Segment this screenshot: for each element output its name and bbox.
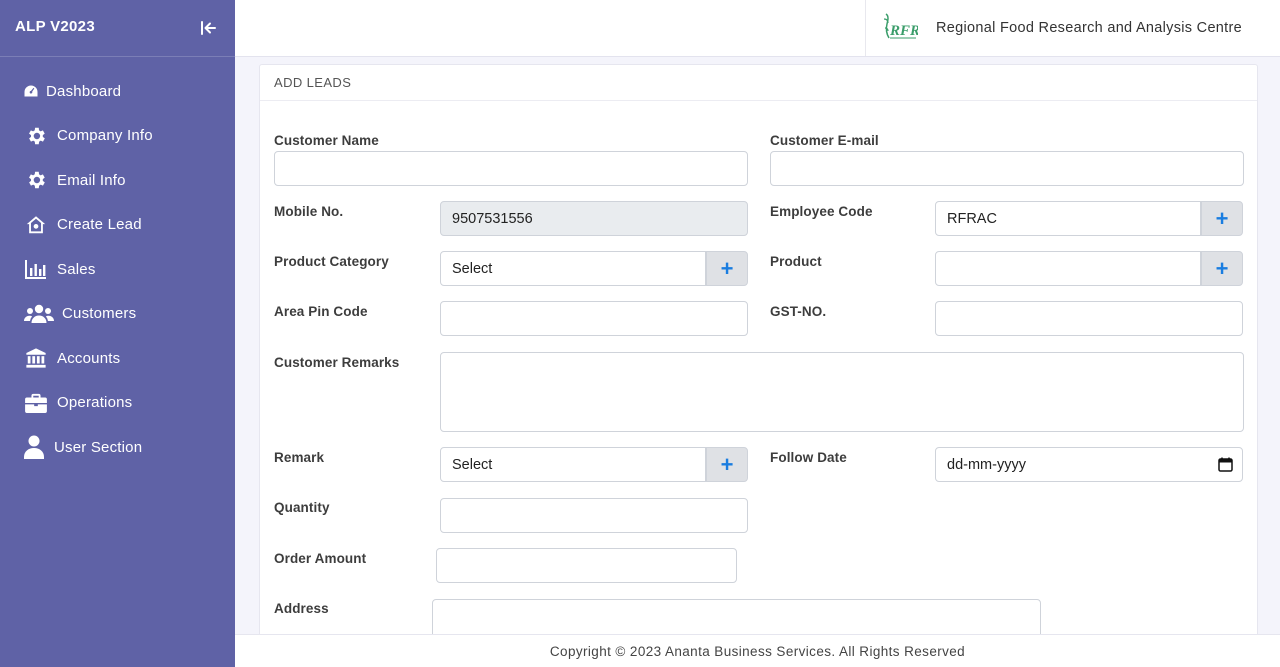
user-icon [24,435,44,460]
bar-chart-icon [24,257,48,281]
plus-icon: + [720,451,734,477]
sidebar-item-customers[interactable]: Customers [0,292,235,337]
organization-logo: RFRAC [882,11,941,45]
add-product-button[interactable]: + [1201,251,1243,286]
organization-name: Regional Food Research and Analysis Cent… [936,20,1242,36]
sidebar-item-dashboard[interactable]: Dashboard [0,69,235,114]
customer-remarks-textarea[interactable] [440,352,1244,432]
address-input[interactable] [432,599,1041,639]
app-title: ALP V2023 [15,17,95,35]
add-remark-button[interactable]: + [706,447,748,482]
plus-icon: + [1215,255,1229,281]
sidebar-item-label: User Section [54,438,143,456]
sidebar-item-label: Accounts [57,349,121,367]
collapse-sidebar-icon[interactable] [199,18,219,38]
gear-icon [24,168,48,192]
product-category-label: Product Category [274,254,389,269]
sidebar-brand: ALP V2023 [0,0,235,57]
sidebar-item-label: Create Lead [57,216,142,234]
users-icon [24,302,54,326]
follow-date-input[interactable]: dd-mm-yyyy [935,447,1243,482]
add-employee-code-button[interactable]: + [1201,201,1243,236]
svg-text:RFRAC: RFRAC [889,23,918,39]
sidebar: ALP V2023 Dashboard Company Info Email I… [0,0,235,667]
add-leads-card: ADD LEADS Customer Name Customer E-mail … [259,64,1258,644]
copyright-text: Copyright © 2023 Ananta Business Service… [549,643,966,659]
gear-icon [24,124,48,148]
sidebar-item-create-lead[interactable]: Create Lead [0,203,235,248]
quantity-label: Quantity [274,500,330,515]
mobile-input[interactable]: 9507531556 [440,201,748,236]
quantity-input[interactable] [440,498,748,533]
sidebar-item-email-info[interactable]: Email Info [0,158,235,203]
plus-icon: + [1215,205,1229,231]
product-select[interactable] [935,251,1201,286]
customer-name-label: Customer Name [274,133,379,148]
gst-input[interactable] [935,301,1243,336]
briefcase-icon [24,391,48,415]
product-category-select[interactable]: Select [440,251,706,286]
plus-icon: + [720,255,734,281]
sidebar-item-label: Dashboard [46,82,122,100]
sidebar-item-label: Customers [62,305,137,323]
customer-email-label: Customer E-mail [770,133,879,148]
sidebar-item-label: Sales [57,260,96,278]
sidebar-item-label: Operations [57,394,133,412]
card-title: ADD LEADS [260,65,1257,101]
follow-date-value: dd-mm-yyyy [947,456,1026,473]
address-label: Address [274,601,329,616]
mobile-label: Mobile No. [274,204,344,219]
gst-label: GST-NO. [770,304,827,319]
order-amount-label: Order Amount [274,551,367,566]
follow-date-label: Follow Date [770,450,847,465]
sidebar-item-company-info[interactable]: Company Info [0,114,235,159]
bank-icon [24,346,48,370]
remark-label: Remark [274,450,325,465]
sidebar-item-operations[interactable]: Operations [0,381,235,426]
top-header: RFRAC Regional Food Research and Analysi… [235,0,1280,57]
footer: Copyright © 2023 Ananta Business Service… [235,634,1280,667]
customer-email-input[interactable] [770,151,1244,186]
sidebar-item-user-section[interactable]: User Section [0,425,235,470]
customer-name-input[interactable] [274,151,748,186]
sidebar-menu: Dashboard Company Info Email Info Create… [0,57,235,470]
sidebar-item-sales[interactable]: Sales [0,247,235,292]
customer-remarks-label: Customer Remarks [274,355,400,370]
area-pin-code-label: Area Pin Code [274,304,368,319]
employee-code-input[interactable]: RFRAC [935,201,1201,236]
organization-block: RFRAC Regional Food Research and Analysi… [865,0,1280,56]
order-amount-input[interactable] [436,548,737,583]
dashboard-icon [24,79,38,103]
sidebar-item-accounts[interactable]: Accounts [0,336,235,381]
product-label: Product [770,254,822,269]
add-product-category-button[interactable]: + [706,251,748,286]
home-icon [24,213,48,237]
sidebar-item-label: Company Info [57,127,153,145]
area-pin-code-input[interactable] [440,301,748,336]
remark-select[interactable]: Select [440,447,706,482]
employee-code-label: Employee Code [770,204,873,219]
sidebar-item-label: Email Info [57,171,126,189]
calendar-icon[interactable] [1218,457,1233,476]
